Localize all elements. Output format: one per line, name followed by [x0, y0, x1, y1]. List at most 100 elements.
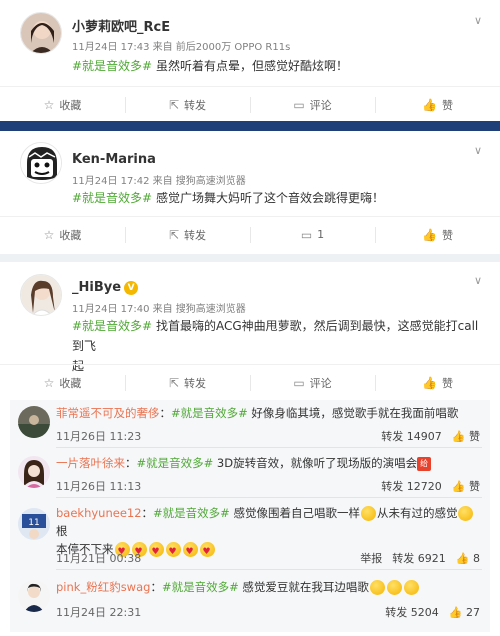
post-username[interactable]: 小萝莉欧吧_RcE [72, 16, 170, 35]
emoji-icon [360, 506, 376, 521]
thumbs-up-icon: 👍 [422, 375, 437, 390]
repost-count[interactable]: 转发 12720 [381, 478, 442, 494]
comment-username[interactable]: baekhyunee12 [56, 506, 142, 520]
post-body-text: 虽然听着有点晕，但感觉好酷炫啊！ [152, 59, 348, 73]
comment-username[interactable]: pink_粉红豹swag [56, 580, 150, 594]
post-body-text: 感觉广场舞大妈听了这个音效会跳得更嗨！ [152, 191, 384, 205]
favorite-button[interactable]: ☆ 收藏 [0, 87, 125, 122]
like-button[interactable]: 👍 赞 [452, 478, 480, 494]
avatar[interactable] [20, 274, 62, 316]
heart-eyes-emoji-icon [165, 542, 181, 561]
thumbs-up-icon: 👍 [451, 480, 466, 493]
avatar[interactable]: 11 [18, 508, 50, 540]
star-icon: ☆ [43, 375, 55, 390]
repost-icon: ⇱ [168, 97, 180, 112]
svg-text:11: 11 [28, 518, 39, 528]
like-button[interactable]: 👍 赞 [375, 87, 500, 122]
comment-button[interactable]: ▭ 评论 [250, 87, 375, 122]
comment-item: 菲常遥不可及的奢侈：#就是音效多# 好像身临其境，感觉歌手就在我面前唱歌 11月… [10, 400, 490, 448]
avatar[interactable] [18, 406, 50, 438]
like-button[interactable]: 👍 赞 [375, 217, 500, 252]
repost-count[interactable]: 转发 5204 [385, 604, 439, 620]
repost-button[interactable]: ⇱ 转发 [125, 87, 250, 122]
hashtag-link[interactable]: #就是音效多# [72, 319, 152, 333]
repost-count[interactable]: 转发 6921 [392, 550, 446, 566]
smile-emoji-icon [386, 580, 402, 595]
avatar[interactable] [18, 456, 50, 488]
comment-list: 菲常遥不可及的奢侈：#就是音效多# 好像身临其境，感觉歌手就在我面前唱歌 11月… [10, 400, 490, 632]
comment-stats: 转发 5204 👍 27 [385, 604, 480, 620]
post-meta: 11月24日 17:40 来自 搜狗高速浏览器 [72, 304, 246, 315]
repost-count[interactable]: 转发 14907 [381, 428, 442, 444]
thumbs-up-icon: 👍 [455, 551, 470, 565]
post-card-3: _HiBye V 11月24日 17:40 来自 搜狗高速浏览器 ∨ #就是音效多… [0, 262, 500, 400]
avatar[interactable] [20, 142, 62, 184]
comment-divider [56, 569, 482, 570]
like-button[interactable]: 👍 赞 [375, 365, 500, 400]
comment-date: 11月26日 11:23 [56, 430, 142, 443]
comment-divider [56, 497, 482, 498]
repost-button[interactable]: ⇱ 转发 [125, 217, 250, 252]
comment-icon: ▭ [293, 97, 305, 112]
comment-stats: 转发 12720 👍 赞 [381, 478, 480, 494]
comment-text: 菲常遥不可及的奢侈：#就是音效多# 好像身临其境，感觉歌手就在我面前唱歌 [56, 406, 459, 420]
repost-icon: ⇱ [168, 227, 180, 242]
avatar[interactable] [20, 12, 62, 54]
thumbs-up-icon: 👍 [451, 430, 466, 443]
post-username-link[interactable]: _HiBye [72, 280, 121, 295]
verified-badge-icon: V [124, 280, 139, 295]
post-text: #就是音效多# 虽然听着有点晕，但感觉好酷炫啊！ [72, 56, 482, 76]
hashtag-link[interactable]: #就是音效多# [72, 59, 152, 73]
hashtag-link[interactable]: #就是音效多# [171, 406, 248, 420]
hashtag-link[interactable]: #就是音效多# [137, 456, 214, 470]
heart-eyes-emoji-icon [182, 542, 198, 561]
comment-body: 感觉像围着自己唱歌一样 [229, 506, 360, 520]
chevron-down-icon[interactable]: ∨ [474, 144, 482, 157]
like-button[interactable]: 👍 27 [449, 606, 480, 619]
like-button[interactable]: 👍 赞 [452, 428, 480, 444]
comment-body-c: 根 [56, 524, 68, 538]
favorite-button[interactable]: ☆ 收藏 [0, 217, 125, 252]
post-action-bar: ☆ 收藏 ⇱ 转发 ▭ 评论 👍 赞 [0, 364, 500, 400]
comment-username[interactable]: 菲常遥不可及的奢侈 [56, 406, 160, 420]
comment-body: 3D旋转音效，就像听了现场版的演唱会 [213, 456, 418, 470]
comment-text: 一片落叶徐来：#就是音效多# 3D旋转音效，就像听了现场版的演唱会给 [56, 454, 482, 472]
comment-button[interactable]: ▭ 1 [250, 217, 375, 252]
gift-icon: 给 [417, 456, 432, 471]
repost-button[interactable]: ⇱ 转发 [125, 365, 250, 400]
favorite-button[interactable]: ☆ 收藏 [0, 365, 125, 400]
repost-icon: ⇱ [168, 375, 180, 390]
comment-text: pink_粉红豹swag：#就是音效多# 感觉爱豆就在我耳边唱歌 [56, 578, 482, 596]
post-meta: 11月24日 17:43 来自 前后2000万 OPPO R11s [72, 42, 291, 53]
thumbs-up-icon: 👍 [422, 227, 437, 242]
post-action-bar: ☆ 收藏 ⇱ 转发 ▭ 1 👍 赞 [0, 216, 500, 252]
star-icon: ☆ [43, 227, 55, 242]
post-username[interactable]: Ken-Marina [72, 152, 156, 167]
comment-username[interactable]: 一片落叶徐来 [56, 456, 125, 470]
thumbs-up-icon: 👍 [422, 97, 437, 112]
hashtag-link[interactable]: #就是音效多# [72, 191, 152, 205]
comment-stats: 举报 转发 6921 👍 8 [360, 550, 480, 566]
avatar[interactable] [18, 580, 50, 612]
chevron-down-icon[interactable]: ∨ [474, 14, 482, 27]
comment-button[interactable]: ▭ 评论 [250, 365, 375, 400]
comment-item: 11 baekhyunee12：#就是音效多# 感觉像围着自己唱歌一样 从未有过的… [10, 500, 490, 570]
chevron-down-icon[interactable]: ∨ [474, 274, 482, 287]
report-link[interactable]: 举报 [360, 550, 382, 566]
like-button[interactable]: 👍 8 [456, 552, 480, 565]
section-divider [0, 254, 500, 262]
comment-date: 11月21日 00:38 [56, 552, 142, 565]
comment-icon: ▭ [293, 375, 305, 390]
comment-date: 11月26日 11:13 [56, 480, 142, 493]
hashtag-link[interactable]: #就是音效多# [153, 506, 230, 520]
star-icon: ☆ [43, 97, 55, 112]
comment-body: 感觉爱豆就在我耳边唱歌 [238, 580, 369, 594]
post-card-1: 小萝莉欧吧_RcE 11月24日 17:43 来自 前后2000万 OPPO R… [0, 0, 500, 120]
comment-stats: 转发 14907 👍 赞 [381, 428, 480, 444]
hashtag-link[interactable]: #就是音效多# [162, 580, 239, 594]
post-username: _HiBye V [72, 280, 139, 295]
post-text: #就是音效多# 感觉广场舞大妈听了这个音效会跳得更嗨！ [72, 188, 482, 208]
post-meta: 11月24日 17:42 来自 搜狗高速浏览器 [72, 176, 246, 187]
comment-item: pink_粉红豹swag：#就是音效多# 感觉爱豆就在我耳边唱歌 11月24日 … [10, 572, 490, 630]
heart-eyes-emoji-icon [148, 542, 164, 561]
